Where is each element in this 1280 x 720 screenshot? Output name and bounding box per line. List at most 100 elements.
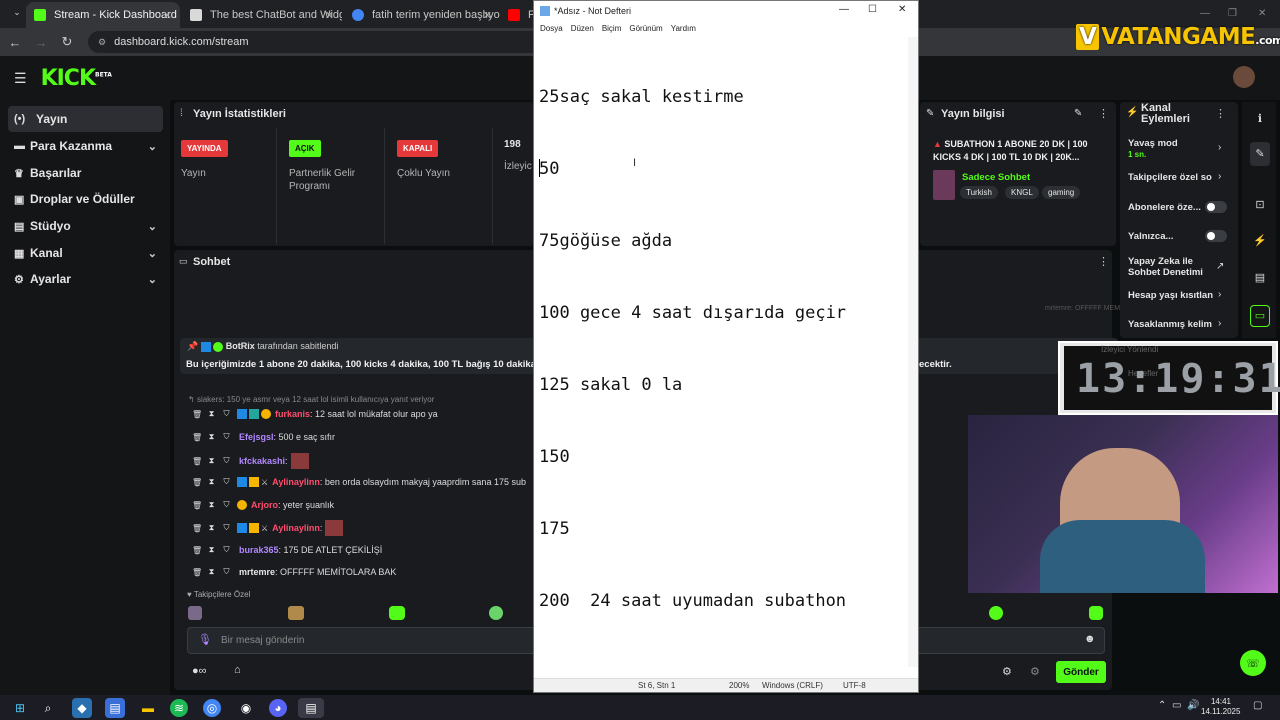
delete-icon[interactable]: 🗑 — [192, 546, 202, 555]
obs-icon[interactable]: ◉ — [236, 698, 256, 718]
chat-username[interactable]: Efejsgsl — [239, 432, 274, 442]
sidebar-item-yayin[interactable]: (•) Yayın — [8, 106, 163, 132]
chevron-right-icon[interactable]: › — [1218, 318, 1221, 329]
menu-duzen[interactable]: Düzen — [571, 24, 594, 33]
more-options-icon[interactable]: ⋮ — [1098, 107, 1109, 120]
forward-icon[interactable]: → — [30, 35, 52, 50]
ban-icon[interactable]: ⛉ — [222, 545, 231, 555]
quick-actions-icon[interactable]: ⚡ — [1250, 234, 1270, 247]
tab-chatbot[interactable]: The best ChatBot and Widgets ✕ — [182, 2, 342, 28]
chevron-right-icon[interactable]: › — [1218, 171, 1221, 182]
ban-icon[interactable]: ⛉ — [222, 523, 231, 533]
drag-handle-icon[interactable]: ⁞ — [180, 108, 183, 119]
ban-icon[interactable]: ⛉ — [222, 477, 231, 487]
store-icon[interactable]: ⌂ — [234, 664, 241, 676]
send-button[interactable]: Gönder — [1056, 661, 1106, 683]
support-chat-icon[interactable]: ☏ — [1240, 650, 1266, 676]
delete-icon[interactable]: 🗑 — [192, 501, 202, 510]
timeout-icon[interactable]: ⧗ — [207, 567, 216, 577]
chat-tool-icon[interactable]: ▭ — [1250, 305, 1270, 327]
sidebar-item-droplar[interactable]: ▣ Droplar ve Ödüller — [8, 186, 163, 212]
network-icon[interactable]: ▭ — [1172, 700, 1181, 711]
volume-icon[interactable]: 🔊 — [1187, 700, 1199, 711]
ai-moderation-row[interactable]: Yapay Zeka ile Sohbet Denetimi — [1128, 256, 1222, 278]
start-icon[interactable]: ⊞ — [10, 698, 30, 718]
timeout-icon[interactable]: ⧗ — [207, 545, 216, 555]
chat-message[interactable]: 🗑 ⧗ ⛉ Arjoro : yeter şuanlık — [192, 498, 334, 512]
category-thumbnail[interactable] — [933, 170, 955, 200]
chrome-icon[interactable]: ◎ — [203, 699, 221, 717]
delete-icon[interactable]: 🗑 — [192, 410, 202, 419]
chat-message[interactable]: 🗑 ⧗ ⛉ ⚔ Aylinaylinn : — [192, 519, 344, 537]
tag[interactable]: KNGL — [1005, 186, 1039, 199]
maximize-icon[interactable]: ☐ — [868, 4, 877, 15]
search-icon[interactable]: ⌕ — [38, 698, 58, 718]
infinity-button[interactable]: ●∞ — [192, 665, 207, 677]
chevron-right-icon[interactable]: › — [1218, 142, 1221, 153]
edit-icon[interactable]: ✎ — [1074, 108, 1082, 119]
external-link-icon[interactable]: ↗ — [1216, 261, 1224, 272]
maximize-window-icon[interactable]: ❐ — [1228, 8, 1237, 19]
microphone-icon[interactable]: 🎙 — [198, 633, 212, 646]
ban-icon[interactable]: ⛉ — [222, 567, 231, 577]
category-link[interactable]: Sadece Sohbet — [962, 172, 1030, 183]
url-field[interactable]: ⚙ dashboard.kick.com/stream — [88, 31, 548, 53]
camera-icon[interactable]: ⊡ — [1250, 198, 1270, 211]
timeout-icon[interactable]: ⧗ — [207, 409, 216, 419]
avatar[interactable] — [1233, 66, 1255, 88]
delete-icon[interactable]: 🗑 — [192, 433, 202, 442]
delete-icon[interactable]: 🗑 — [192, 524, 202, 533]
settings-icon[interactable]: ⚙ — [1002, 665, 1012, 678]
minimize-window-icon[interactable]: — — [1200, 8, 1210, 19]
chat-username[interactable]: Arjoro — [251, 500, 278, 510]
chat-username[interactable]: furkanis — [275, 409, 310, 419]
tag[interactable]: gaming — [1042, 186, 1081, 199]
close-icon[interactable]: ✕ — [898, 4, 906, 15]
emote-image[interactable] — [989, 606, 1003, 620]
edit-tool-icon[interactable]: ✎ — [1250, 142, 1270, 166]
more-options-icon[interactable]: ⋮ — [1215, 107, 1226, 120]
chevron-right-icon[interactable]: › — [1218, 289, 1221, 300]
notepad-text-area[interactable]: 25saç sakal kestirme 50 75göğüse ağda 10… — [539, 37, 846, 661]
tab-youtube[interactable]: Fa — [502, 2, 534, 28]
store-app-icon[interactable]: ▤ — [105, 698, 125, 718]
kick-logo[interactable]: KICKBETA — [41, 66, 112, 91]
account-age-row[interactable]: Hesap yaşı kısıtlan — [1128, 290, 1230, 301]
document-icon[interactable]: ▤ — [1250, 271, 1270, 284]
tag[interactable]: Turkish — [960, 186, 998, 199]
menu-dosya[interactable]: Dosya — [540, 24, 563, 33]
emote-image[interactable] — [288, 606, 304, 620]
timeout-icon[interactable]: ⧗ — [207, 456, 216, 466]
file-explorer-icon[interactable]: ▬ — [138, 698, 158, 718]
tab-google-search[interactable]: fatih terim yeniden başlıyoruz ✕ — [344, 2, 500, 28]
emote-image[interactable] — [389, 606, 405, 620]
close-tab-icon[interactable]: ✕ — [325, 9, 334, 22]
emote-image[interactable] — [188, 606, 202, 620]
clock[interactable]: 14:41 — [1201, 697, 1231, 706]
ban-icon[interactable]: ⛉ — [222, 409, 231, 419]
chat-username[interactable]: burak365 — [239, 545, 279, 555]
chat-message[interactable]: 🗑 ⧗ ⛉ burak365 : 175 DE ATLET ÇEKİLİŞİ — [192, 543, 382, 557]
delete-icon[interactable]: 🗑 — [192, 457, 202, 466]
notepad-taskbar-icon[interactable]: ▤ — [298, 698, 324, 718]
close-tab-icon[interactable]: ✕ — [483, 9, 492, 22]
sidebar-item-basarilar[interactable]: ♛ Başarılar — [8, 160, 163, 186]
close-window-icon[interactable]: ✕ — [1258, 8, 1266, 19]
timeout-icon[interactable]: ⧗ — [207, 477, 216, 487]
sidebar-item-para-kazanma[interactable]: ▬ Para Kazanma ⌄ — [8, 133, 163, 159]
subscribers-only-toggle[interactable] — [1205, 201, 1227, 213]
emote-only-toggle[interactable] — [1205, 230, 1227, 242]
ban-icon[interactable]: ⛉ — [222, 432, 231, 442]
followers-only-row[interactable]: Takipçilere özel so — [1128, 172, 1230, 183]
tab-kick-dashboard[interactable]: Stream - Kick Dashboard ✕ — [26, 2, 180, 28]
reload-icon[interactable]: ↻ — [56, 34, 78, 50]
chat-username[interactable]: Aylinaylinn — [272, 477, 320, 487]
discord-icon[interactable]: ◕ — [269, 699, 287, 717]
ban-icon[interactable]: ⛉ — [222, 500, 231, 510]
chat-message[interactable]: 🗑 ⧗ ⛉ Efejsgsl : 500 e saç sıfır — [192, 430, 335, 444]
chat-username[interactable]: Aylinaylinn — [272, 523, 320, 533]
menu-gorunum[interactable]: Görünüm — [629, 24, 662, 33]
notifications-icon[interactable]: ▢ — [1253, 700, 1262, 711]
timeout-icon[interactable]: ⧗ — [207, 523, 216, 533]
banned-words-row[interactable]: Yasaklanmış kelim — [1128, 319, 1230, 330]
